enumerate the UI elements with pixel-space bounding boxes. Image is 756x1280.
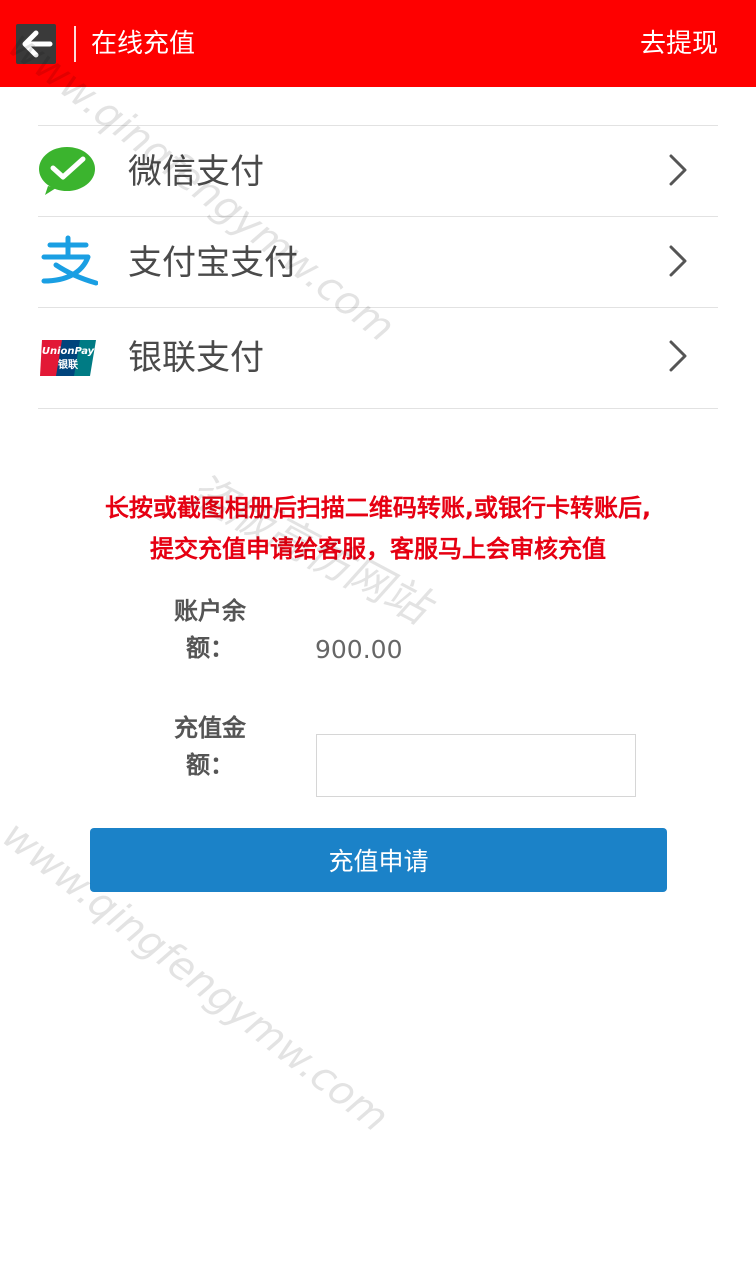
payment-method-unionpay[interactable]: UnionPay 银联 银联支付 <box>38 308 718 409</box>
header-divider <box>74 26 76 62</box>
balance-value: 900.00 <box>315 635 403 664</box>
arrow-left-icon <box>22 30 53 58</box>
payment-method-alipay[interactable]: 支付宝支付 <box>38 217 718 308</box>
wechat-pay-icon <box>39 147 95 195</box>
chevron-right-icon <box>669 154 687 186</box>
back-button[interactable] <box>16 24 56 64</box>
top-bar: 在线充值 去提现 <box>0 0 756 87</box>
svg-text:UnionPay: UnionPay <box>42 346 95 357</box>
svg-text:银联: 银联 <box>58 358 78 371</box>
withdraw-link[interactable]: 去提现 <box>640 26 718 62</box>
payment-method-label: 支付宝支付 <box>128 243 298 283</box>
amount-input[interactable] <box>316 734 636 797</box>
payment-method-label: 微信支付 <box>128 152 264 192</box>
chevron-right-icon <box>669 245 687 277</box>
submit-recharge-button[interactable]: 充值申请 <box>90 828 667 892</box>
balance-label: 账户余 额： <box>174 597 246 662</box>
amount-label: 充值金 额： <box>174 714 246 779</box>
recharge-notice: 长按或截图相册后扫描二维码转账,或银行卡转账后, 提交充值申请给客服，客服马上会… <box>0 488 756 570</box>
chevron-right-icon <box>669 340 687 372</box>
notice-line: 提交充值申请给客服，客服马上会审核充值 <box>150 535 606 563</box>
payment-method-list: 微信支付 支付宝支付 UnionPay 银联 银联支付 <box>38 125 718 409</box>
unionpay-icon: UnionPay 银联 <box>40 340 96 376</box>
page-title: 在线充值 <box>91 29 196 59</box>
payment-method-label: 银联支付 <box>128 338 264 378</box>
alipay-icon <box>41 235 98 286</box>
notice-line: 长按或截图相册后扫描二维码转账,或银行卡转账后, <box>104 494 652 522</box>
payment-method-wechat[interactable]: 微信支付 <box>38 126 718 217</box>
